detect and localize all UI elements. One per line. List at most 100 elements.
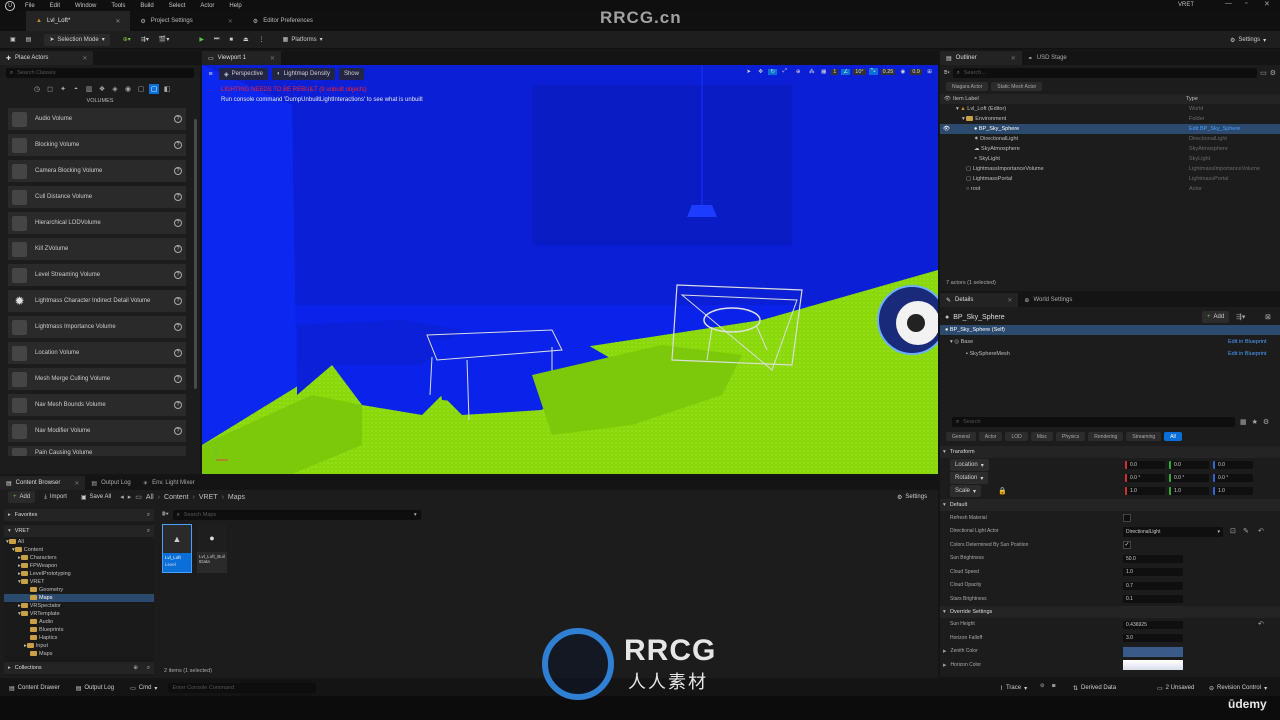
crumb-vret[interactable]: VRET: [199, 494, 218, 501]
more-icon[interactable]: ◧: [162, 84, 172, 94]
list-item[interactable]: Mesh Merge Culling Volume?: [8, 368, 186, 390]
select-icon[interactable]: ➤: [744, 69, 753, 75]
folder-item[interactable]: ▾ VRET: [4, 578, 154, 586]
blueprint-button[interactable]: ⇶▾: [136, 34, 154, 46]
table-row[interactable]: 👁 ● BP_Sky_Sphere Edit BP_Sky_Sphere: [940, 124, 1280, 134]
search-classes-input[interactable]: ⌕ Search Classes: [6, 68, 194, 78]
list-item[interactable]: Pain Causing Volume: [8, 446, 186, 456]
camera-icon[interactable]: ◙: [1052, 683, 1055, 689]
menu-build[interactable]: Build: [140, 3, 153, 9]
play-button[interactable]: ▶: [194, 34, 209, 46]
help-icon[interactable]: ?: [174, 323, 182, 331]
close-icon[interactable]: ✕: [270, 55, 275, 62]
crumb-content[interactable]: Content: [164, 494, 189, 501]
geometry-icon[interactable]: ◈: [110, 84, 120, 94]
search-icon[interactable]: ⌕: [147, 512, 150, 519]
grid-snap-value[interactable]: 1: [831, 68, 839, 75]
folder-item[interactable]: ▸ LevelPrototyping: [4, 570, 154, 578]
close-icon[interactable]: ✕: [1011, 55, 1016, 62]
eject-button[interactable]: ⏏: [238, 34, 254, 46]
import-button[interactable]: ⤓ Import: [39, 491, 72, 503]
settings-button[interactable]: ⚙ Settings ▾: [1225, 34, 1271, 46]
maximize-button[interactable]: ▫: [1245, 0, 1247, 7]
basic-icon[interactable]: ◻: [45, 84, 55, 94]
list-item[interactable]: ✹ Lightmass Character Indirect Detail Vol…: [8, 290, 186, 312]
table-row[interactable]: ☁ SkyAtmosphere SkyAtmosphere: [940, 144, 1280, 154]
override-category[interactable]: ▾ Override Settings: [940, 605, 1280, 618]
table-row[interactable]: ▢ LightmassPortal LightmassPortal: [940, 174, 1280, 184]
sun-brightness-input[interactable]: 50.0: [1123, 554, 1183, 563]
close-icon[interactable]: ✕: [74, 480, 79, 487]
list-item[interactable]: Kill ZVolume?: [8, 238, 186, 260]
cinematic-icon[interactable]: ▥: [84, 84, 94, 94]
search-icon[interactable]: ⌕: [147, 665, 150, 672]
scale-icon[interactable]: ⤢: [780, 68, 789, 75]
volumes-icon[interactable]: ▢: [149, 84, 159, 94]
folder-item[interactable]: Audio: [4, 618, 154, 626]
help-icon[interactable]: ?: [174, 115, 182, 123]
filter-icon[interactable]: ⩩▾: [944, 70, 950, 77]
tab-usd-stage[interactable]: ⚭ USD Stage: [1022, 51, 1073, 65]
scale-x[interactable]: 1.0: [1125, 487, 1165, 495]
filter-actor[interactable]: Actor: [978, 432, 1003, 441]
scale-snap-icon[interactable]: ⤡: [868, 68, 878, 75]
scale-snap-value[interactable]: 0.25: [880, 68, 896, 75]
visibility-icon[interactable]: 👁: [943, 125, 950, 133]
star-icon[interactable]: ★: [1252, 418, 1258, 426]
help-icon[interactable]: ?: [174, 167, 182, 175]
unreal-logo-icon[interactable]: U: [5, 0, 15, 11]
tab-editor-preferences[interactable]: ⚙ Editor Preferences: [243, 11, 323, 31]
tab-output-log[interactable]: ▤ Output Log: [85, 476, 136, 490]
tab-world-settings[interactable]: ⊕ World Settings: [1018, 293, 1078, 307]
help-icon[interactable]: ?: [174, 427, 182, 435]
horizon-color-swatch[interactable]: [1123, 660, 1183, 670]
collections-header[interactable]: ▸ Collections ⊕ ⌕: [4, 662, 154, 674]
rotation-y[interactable]: 0.0 °: [1169, 474, 1209, 482]
content-settings-button[interactable]: ⚙ Settings: [892, 491, 932, 503]
close-icon[interactable]: ✕: [82, 55, 87, 62]
world-icon[interactable]: ⊕: [792, 69, 804, 75]
viewport-scene[interactable]: ≡ ◈ Perspective ◐ Lightmap Density Show …: [202, 65, 938, 474]
tab-place-actors[interactable]: ✚ Place Actors ✕: [0, 51, 94, 65]
lock-icon[interactable]: ⊠: [1265, 313, 1271, 321]
help-icon[interactable]: ?: [174, 271, 182, 279]
row-type-link[interactable]: Edit BP_Sky_Sphere: [1189, 125, 1240, 133]
folder-add-icon[interactable]: ▭: [1260, 69, 1267, 77]
folder-item[interactable]: ▸ VRSpectator: [4, 602, 154, 610]
filter-static-mesh[interactable]: Static Mesh Actor: [991, 82, 1043, 91]
tab-details[interactable]: ✎ Details ✕: [940, 293, 1019, 307]
folder-item[interactable]: ▸ Characters: [4, 554, 154, 562]
view-mode-button[interactable]: ◐ Lightmap Density: [271, 68, 335, 80]
sun-height-input[interactable]: 0.436925: [1123, 620, 1183, 629]
grid-view-icon[interactable]: ▦: [1240, 418, 1247, 426]
tab-env-light-mixer[interactable]: ☀ Env. Light Mixer: [137, 476, 201, 490]
refresh-material-checkbox[interactable]: [1123, 514, 1131, 522]
settings-icon[interactable]: ⚙: [1263, 418, 1269, 426]
colors-sun-checkbox[interactable]: ✓: [1123, 541, 1131, 549]
selection-mode-button[interactable]: ➤ Selection Mode ▾: [44, 33, 110, 46]
col-item-label[interactable]: Item Label: [953, 96, 979, 102]
scrollbar[interactable]: [194, 119, 197, 389]
outliner-search-input[interactable]: ⌕ Search...: [952, 68, 1258, 78]
search-icon[interactable]: ⌕: [147, 528, 150, 535]
table-row[interactable]: ▾ ▲ Lvl_Loft (Editor) World: [940, 104, 1280, 114]
derived-data-button[interactable]: ⇅ Derived Data: [1068, 682, 1121, 694]
scale-y[interactable]: 1.0: [1169, 487, 1209, 495]
stars-brightness-input[interactable]: 0.1: [1123, 595, 1183, 603]
edit-in-blueprint-link[interactable]: Edit in Blueprint: [1228, 338, 1267, 346]
list-item[interactable]: Level Streaming Volume?: [8, 264, 186, 286]
add-actor-button[interactable]: ⊕▾: [118, 34, 136, 46]
zenith-color-swatch[interactable]: [1123, 646, 1183, 657]
rotation-z[interactable]: 0.0 °: [1213, 474, 1253, 482]
rotation-dropdown[interactable]: Rotation ▾: [950, 472, 989, 484]
filter-general[interactable]: General: [946, 432, 976, 441]
folder-item[interactable]: Maps: [4, 650, 154, 658]
table-row[interactable]: ✷ DirectionalLight DirectionalLight: [940, 134, 1280, 144]
filter-all[interactable]: All: [1164, 432, 1182, 441]
list-item[interactable]: Lightmass Importance Volume?: [8, 316, 186, 338]
add-button[interactable]: + Add: [8, 491, 36, 503]
location-dropdown[interactable]: Location ▾: [950, 459, 989, 471]
translate-icon[interactable]: ✥: [756, 69, 765, 75]
component-row[interactable]: ▪ SkySphereMesh Edit in Blueprint: [940, 349, 1280, 359]
filter-streaming[interactable]: Streaming: [1126, 432, 1162, 441]
